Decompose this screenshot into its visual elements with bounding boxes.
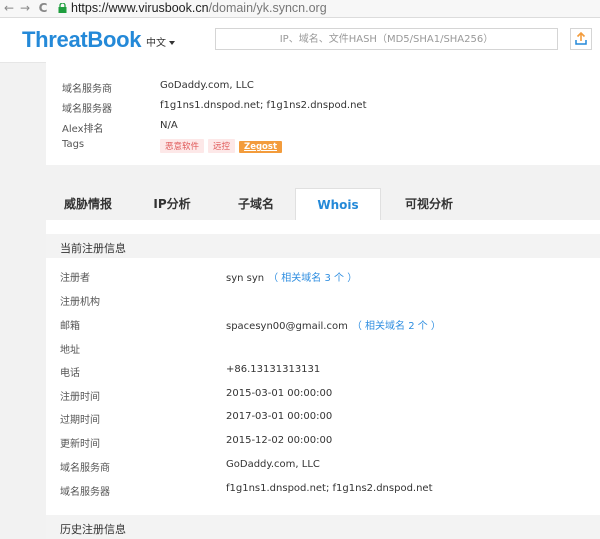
whois-key: 过期时间	[60, 415, 100, 426]
info-value: f1g1ns1.dnspod.net; f1g1ns2.dnspod.net	[160, 100, 367, 111]
info-key: Alex排名	[62, 124, 104, 135]
related-domains-link[interactable]: （ 相关域名 3 个 ）	[268, 273, 357, 284]
tab-bar: 威胁情报 IP分析 子域名 Whois 可视分析	[46, 188, 600, 220]
whois-key: 地址	[60, 345, 80, 356]
current-registration-header: 当前注册信息	[46, 234, 600, 258]
whois-value: f1g1ns1.dnspod.net; f1g1ns2.dnspod.net	[226, 483, 433, 494]
tab-whois[interactable]: Whois	[295, 188, 381, 220]
tag-list: 恶意软件 远控 Zegost	[160, 139, 286, 153]
url-path: /domain/yk.syncn.org	[208, 1, 327, 15]
whois-key: 电话	[60, 368, 80, 379]
tab-visual-analysis[interactable]: 可视分析	[381, 188, 477, 220]
tag-zegost[interactable]: Zegost	[239, 141, 283, 153]
whois-key: 注册机构	[60, 297, 100, 308]
chevron-down-icon	[169, 41, 175, 45]
tab-threat-intel[interactable]: 威胁情报	[46, 188, 130, 220]
info-key: 域名服务商	[62, 84, 112, 95]
whois-value: spacesyn00@gmail.com （ 相关域名 2 个 ）	[226, 317, 441, 332]
domain-info-card: 域名服务商 GoDaddy.com, LLC 域名服务器 f1g1ns1.dns…	[46, 62, 600, 165]
whois-key: 注册者	[60, 273, 90, 284]
back-button[interactable]: ←	[2, 0, 16, 17]
info-key: Tags	[62, 139, 85, 150]
whois-key: 更新时间	[60, 439, 100, 450]
address-bar[interactable]: https://www.virusbook.cn/domain/yk.syncn…	[71, 1, 327, 16]
tab-ip-analysis[interactable]: IP分析	[130, 188, 214, 220]
browser-toolbar: ← → C https://www.virusbook.cn/domain/yk…	[0, 0, 600, 18]
registrant-email: spacesyn00@gmail.com	[226, 321, 348, 332]
upload-icon	[575, 31, 587, 45]
related-domains-link[interactable]: （ 相关域名 2 个 ）	[352, 321, 441, 332]
whois-value: syn syn （ 相关域名 3 个 ）	[226, 269, 357, 284]
whois-key: 域名服务商	[60, 463, 110, 474]
search-input[interactable]: IP、域名、文件HASH（MD5/SHA1/SHA256）	[215, 28, 558, 50]
upload-button[interactable]	[570, 28, 592, 50]
whois-value: +86.13131313131	[226, 364, 321, 375]
reload-button[interactable]: C	[36, 0, 50, 17]
whois-key: 邮箱	[60, 321, 80, 332]
lock-icon	[58, 3, 67, 13]
info-value: N/A	[160, 120, 178, 131]
info-value: GoDaddy.com, LLC	[160, 80, 254, 91]
language-label: 中文	[146, 38, 166, 49]
history-registration-header: 历史注册信息	[46, 515, 600, 539]
whois-panel: 当前注册信息 注册者 syn syn （ 相关域名 3 个 ） 注册机构 邮箱 s…	[46, 220, 600, 539]
tab-subdomains[interactable]: 子域名	[214, 188, 298, 220]
threatbook-logo[interactable]: ThreatBook	[22, 27, 142, 53]
whois-value: 2015-12-02 00:00:00	[226, 435, 333, 446]
section-title: 当前注册信息	[60, 242, 126, 255]
whois-value: 2017-03-01 00:00:00	[226, 411, 333, 422]
forward-button[interactable]: →	[18, 0, 32, 17]
whois-value: GoDaddy.com, LLC	[226, 459, 320, 470]
whois-key: 域名服务器	[60, 487, 110, 498]
registrant-name: syn syn	[226, 273, 265, 284]
site-header: ThreatBook 中文 IP、域名、文件HASH（MD5/SHA1/SHA2…	[0, 18, 600, 63]
whois-value: 2015-03-01 00:00:00	[226, 388, 333, 399]
language-selector[interactable]: 中文	[146, 34, 175, 49]
info-key: 域名服务器	[62, 104, 112, 115]
tag-malware[interactable]: 恶意软件	[160, 139, 205, 153]
whois-key: 注册时间	[60, 392, 100, 403]
tag-rat[interactable]: 远控	[208, 139, 236, 153]
url-host: https://www.virusbook.cn	[71, 1, 209, 15]
